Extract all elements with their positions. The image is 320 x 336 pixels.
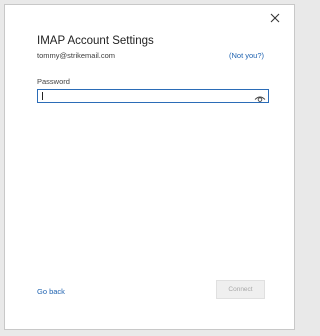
text-caret — [42, 92, 43, 100]
go-back-link[interactable]: Go back — [37, 287, 65, 296]
close-button[interactable] — [268, 11, 282, 25]
account-email: tommy@strikemail.com — [37, 51, 116, 60]
reveal-password-button[interactable] — [254, 91, 266, 102]
connect-button[interactable]: Connect — [216, 280, 265, 299]
password-label: Password — [37, 77, 70, 86]
dialog-title: IMAP Account Settings — [37, 35, 154, 47]
password-field[interactable] — [37, 89, 269, 103]
close-icon — [270, 13, 280, 23]
password-input[interactable] — [39, 91, 251, 101]
imap-settings-dialog: IMAP Account Settings tommy@strikemail.c… — [4, 4, 295, 330]
eye-icon — [254, 96, 266, 102]
not-you-link[interactable]: (Not you?) — [229, 51, 264, 60]
